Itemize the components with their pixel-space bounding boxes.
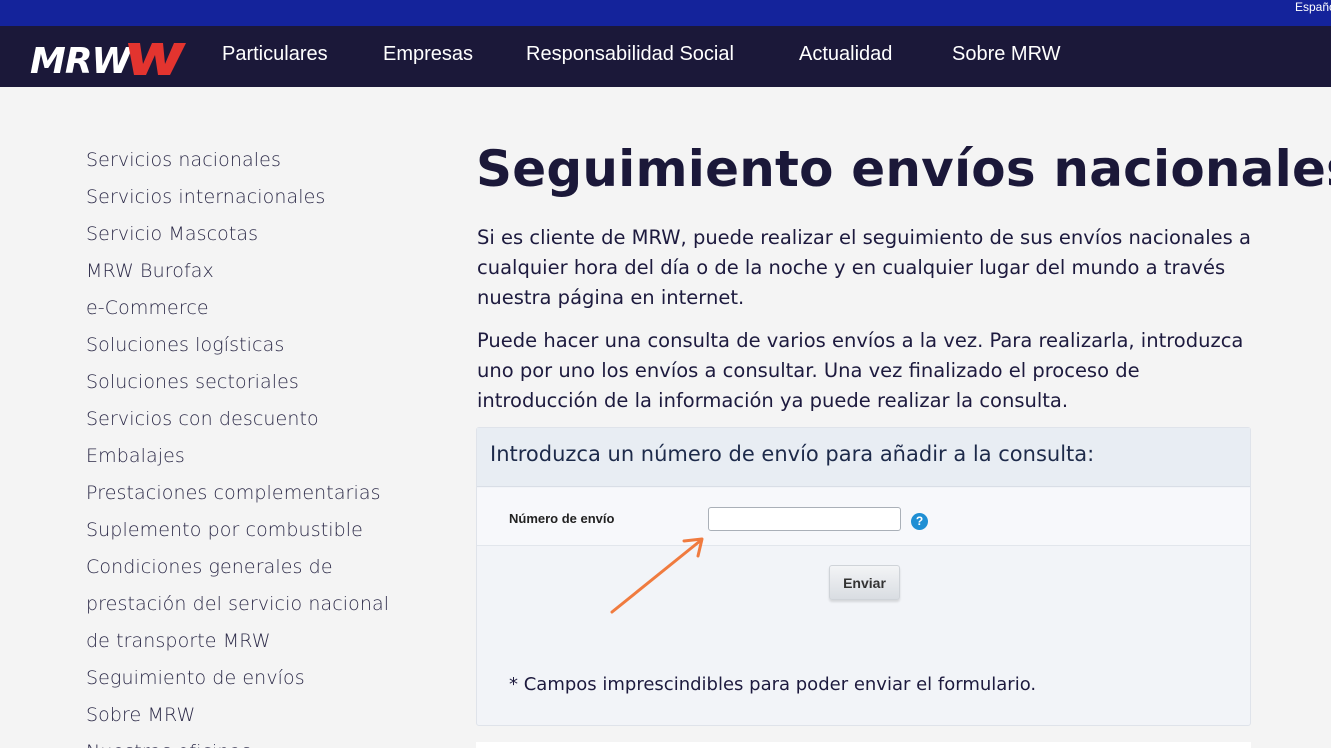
sidebar-item-nuestras-oficinas[interactable]: Nuestras oficinas	[86, 734, 406, 748]
sidebar-menu: Servicios nacionales Servicios internaci…	[86, 142, 406, 748]
sidebar-item-condiciones-generales[interactable]: Condiciones generales de	[86, 549, 406, 586]
nav-item-empresas[interactable]: Empresas	[383, 43, 473, 66]
instructions-paragraph: Puede hacer una consulta de varios envío…	[477, 329, 1244, 412]
form-row: Número de envío ?	[477, 488, 1250, 546]
sidebar-item-ecommerce[interactable]: e-Commerce	[86, 290, 406, 327]
nav-item-responsabilidad-social[interactable]: Responsabilidad Social	[526, 43, 734, 66]
sidebar-item-servicios-internacionales[interactable]: Servicios internacionales	[86, 179, 406, 216]
sidebar-item-condiciones-generales-2[interactable]: prestación del servicio nacional	[86, 586, 406, 623]
required-fields-note: * Campos imprescindibles para poder envi…	[509, 674, 1037, 695]
question-icon[interactable]: ?	[911, 513, 928, 530]
page-title: Seguimiento envíos nacionales	[476, 140, 1331, 198]
tracking-number-input[interactable]	[708, 507, 901, 531]
panel-bottom-edge	[476, 742, 1251, 748]
svg-text:MRW: MRW	[30, 42, 134, 76]
sidebar-item-burofax[interactable]: MRW Burofax	[86, 253, 406, 290]
form-header: Introduzca un número de envío para añadi…	[477, 428, 1250, 487]
form-heading: Introduzca un número de envío para añadi…	[490, 442, 1095, 466]
tracking-form-panel: Introduzca un número de envío para añadi…	[476, 427, 1251, 726]
intro-paragraph: Si es cliente de MRW, puede realizar el …	[477, 226, 1251, 309]
sidebar-item-embalajes[interactable]: Embalajes	[86, 438, 406, 475]
language-bar: Español	[0, 0, 1331, 26]
send-button[interactable]: Enviar	[829, 565, 900, 600]
nav-item-particulares[interactable]: Particulares	[222, 43, 328, 66]
nav-item-actualidad[interactable]: Actualidad	[799, 43, 892, 66]
sidebar-item-soluciones-sectoriales[interactable]: Soluciones sectoriales	[86, 364, 406, 401]
tracking-number-label: Número de envío	[509, 511, 615, 526]
language-selector[interactable]: Español	[1295, 0, 1331, 14]
main-navigation: MRW Particulares Empresas Responsabilida…	[0, 26, 1331, 87]
sidebar-item-servicio-mascotas[interactable]: Servicio Mascotas	[86, 216, 406, 253]
sidebar-item-seguimiento-envios[interactable]: Seguimiento de envíos	[86, 660, 406, 697]
nav-item-sobre-mrw[interactable]: Sobre MRW	[952, 43, 1061, 66]
sidebar-item-sobre-mrw[interactable]: Sobre MRW	[86, 697, 406, 734]
mrw-logo[interactable]: MRW	[30, 42, 186, 76]
sidebar-item-servicios-descuento[interactable]: Servicios con descuento	[86, 401, 406, 438]
sidebar-item-suplemento-combustible[interactable]: Suplemento por combustible	[86, 512, 406, 549]
sidebar-item-servicios-nacionales[interactable]: Servicios nacionales	[86, 142, 406, 179]
sidebar-item-prestaciones[interactable]: Prestaciones complementarias	[86, 475, 406, 512]
sidebar-item-condiciones-generales-3[interactable]: de transporte MRW	[86, 623, 406, 660]
sidebar-item-soluciones-logisticas[interactable]: Soluciones logísticas	[86, 327, 406, 364]
